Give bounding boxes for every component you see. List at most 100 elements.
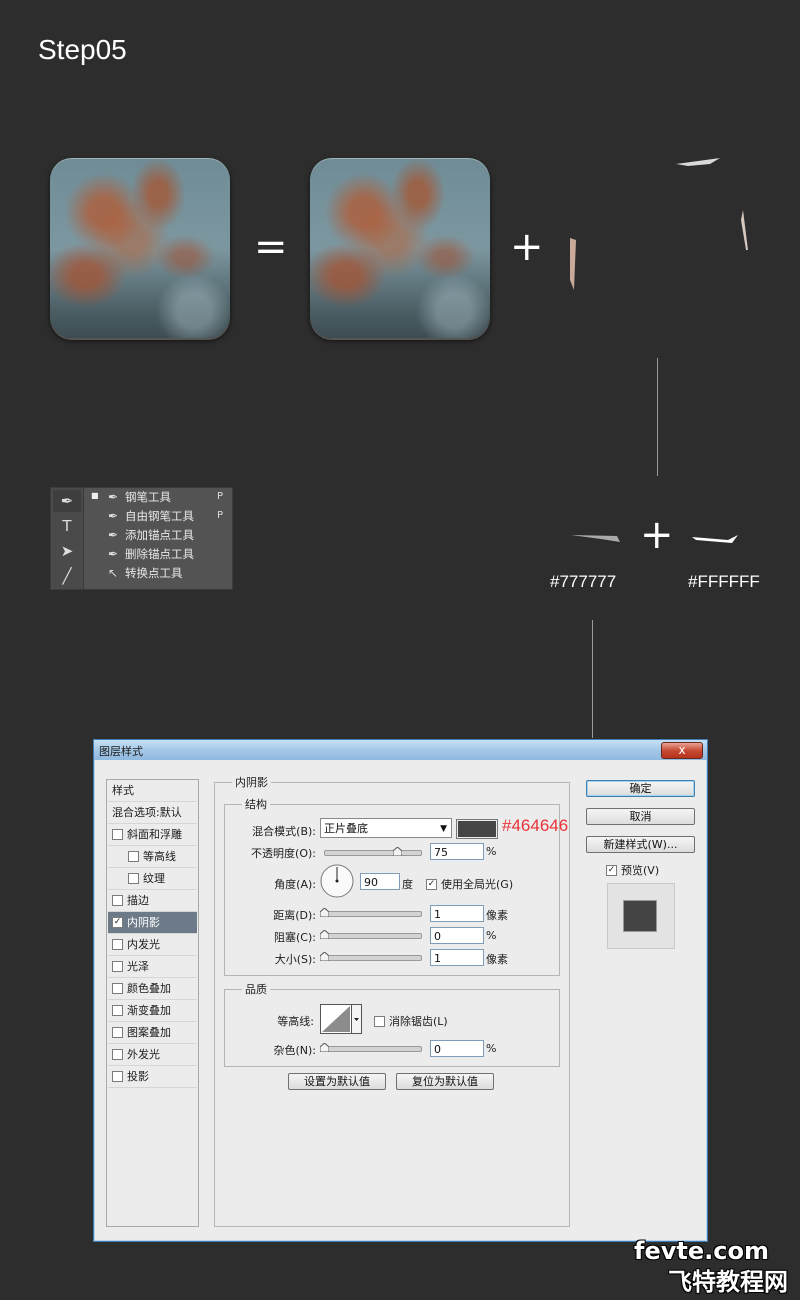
menu-item-add-anchor[interactable]: ✒ 添加锚点工具 — [103, 526, 194, 544]
ok-button[interactable]: 确定 — [586, 780, 695, 797]
path-select-icon[interactable]: ➤ — [53, 540, 81, 562]
checkbox-unchecked-icon[interactable] — [112, 828, 123, 840]
style-list-item[interactable]: ✓ 内阴影 — [108, 912, 197, 934]
checkbox-unchecked-icon[interactable] — [112, 938, 123, 950]
step-title: Step05 — [38, 34, 127, 65]
distance-slider[interactable] — [320, 908, 422, 917]
style-preview — [607, 883, 675, 949]
opacity-slider-thumb[interactable] — [392, 847, 402, 856]
choke-slider-thumb[interactable] — [320, 930, 329, 939]
plus-sign: + — [510, 224, 544, 270]
size-slider[interactable] — [320, 952, 422, 961]
rusty-icon-base — [310, 158, 490, 338]
size-slider-thumb[interactable] — [320, 952, 329, 961]
dialog-titlebar[interactable]: 图层样式 x — [94, 740, 707, 760]
preview-checkbox[interactable]: ✓ 预览(V) — [606, 862, 659, 878]
checkbox-unchecked-icon[interactable] — [128, 850, 139, 862]
blend-mode-select[interactable]: 正片叠底 ▼ — [320, 818, 452, 838]
peel-shards — [570, 158, 748, 290]
close-icon: x — [678, 743, 686, 757]
style-list-item[interactable]: 纹理 — [108, 868, 197, 890]
style-list-item[interactable]: 斜面和浮雕 — [108, 824, 197, 846]
style-list-label: 光泽 — [127, 960, 149, 973]
quality-title: 品质 — [242, 981, 270, 997]
global-light-checkbox[interactable]: ✓ 使用全局光(G) — [426, 876, 513, 892]
choke-slider[interactable] — [320, 930, 422, 939]
menu-item-freeform-pen[interactable]: ✒ 自由钢笔工具 — [103, 507, 194, 525]
pen-tool-icon[interactable]: ✒ — [53, 490, 81, 512]
noise-slider-thumb[interactable] — [320, 1043, 329, 1052]
style-list-item[interactable]: 描边 — [108, 890, 197, 912]
noise-slider[interactable] — [320, 1043, 422, 1052]
structure-title: 结构 — [242, 796, 270, 812]
distance-input[interactable]: 1 — [430, 905, 484, 922]
line-tool-icon[interactable]: ╱ — [53, 565, 81, 587]
checkbox-unchecked-icon — [374, 1015, 385, 1027]
noise-label: 杂色(N): — [273, 1044, 316, 1057]
style-list-item[interactable]: 投影 — [108, 1066, 197, 1088]
section-title: 内阴影 — [232, 774, 271, 790]
checkbox-unchecked-icon[interactable] — [112, 1004, 123, 1016]
size-input[interactable]: 1 — [430, 949, 484, 966]
checkbox-unchecked-icon[interactable] — [112, 1026, 123, 1038]
make-default-button[interactable]: 设置为默认值 — [288, 1073, 386, 1090]
style-list-item[interactable]: 光泽 — [108, 956, 197, 978]
freeform-pen-icon: ✒ — [107, 509, 119, 523]
type-tool-icon[interactable]: T — [53, 515, 81, 537]
style-list-label: 样式 — [112, 784, 134, 797]
checkbox-unchecked-icon[interactable] — [128, 872, 139, 884]
dialog-title: 图层样式 — [99, 745, 143, 758]
contour-picker[interactable] — [320, 1004, 362, 1034]
shadow-color-swatch[interactable] — [456, 819, 498, 839]
style-list-label: 斜面和浮雕 — [127, 828, 182, 841]
menu-item-pen[interactable]: ✒ 钢笔工具 — [103, 488, 171, 506]
menu-item-delete-anchor[interactable]: ✒ 删除锚点工具 — [103, 545, 194, 563]
noise-unit: % — [486, 1042, 497, 1055]
style-list-label: 混合选项:默认 — [112, 806, 182, 819]
menu-item-convert-point[interactable]: ↖ 转换点工具 — [103, 564, 183, 582]
checkbox-unchecked-icon[interactable] — [112, 1070, 123, 1082]
angle-dial[interactable] — [320, 864, 354, 898]
plus-sign-2: + — [640, 512, 674, 558]
cancel-button[interactable]: 取消 — [586, 808, 695, 825]
style-list-item[interactable]: 等高线 — [108, 846, 197, 868]
chevron-down-icon: ▼ — [440, 824, 447, 834]
style-list-item[interactable]: 内发光 — [108, 934, 197, 956]
pen-tool-flyout: ✒ T ➤ ╱ ■ ✒ 钢笔工具 P ✒ 自由钢笔工具 P ✒ 添加锚点工具 ✒ 删除锚… — [50, 487, 233, 590]
distance-label: 距离(D): — [273, 909, 316, 922]
checkbox-unchecked-icon[interactable] — [112, 1048, 123, 1060]
style-list-label: 等高线 — [143, 850, 176, 863]
pen-icon: ✒ — [107, 490, 119, 504]
checkbox-checked-icon[interactable]: ✓ — [112, 916, 123, 928]
noise-input[interactable]: 0 — [430, 1040, 484, 1057]
new-style-button[interactable]: 新建样式(W)... — [586, 836, 695, 853]
reset-default-button[interactable]: 复位为默认值 — [396, 1073, 494, 1090]
style-list-label: 纹理 — [143, 872, 165, 885]
checkbox-unchecked-icon[interactable] — [112, 960, 123, 972]
checkbox-unchecked-icon[interactable] — [112, 894, 123, 906]
style-list-item[interactable]: 颜色叠加 — [108, 978, 197, 1000]
angle-label: 角度(A): — [274, 878, 316, 891]
checkbox-unchecked-icon[interactable] — [112, 982, 123, 994]
distance-slider-thumb[interactable] — [320, 908, 329, 917]
antialias-checkbox[interactable]: 消除锯齿(L) — [374, 1013, 448, 1029]
style-list-item[interactable]: 样式 — [108, 780, 197, 802]
style-list-item[interactable]: 混合选项:默认 — [108, 802, 197, 824]
style-list-item[interactable]: 图案叠加 — [108, 1022, 197, 1044]
choke-input[interactable]: 0 — [430, 927, 484, 944]
opacity-slider[interactable] — [324, 847, 422, 856]
choke-unit: % — [486, 929, 497, 942]
delete-anchor-icon: ✒ — [107, 547, 119, 561]
connector-line — [657, 358, 658, 476]
style-list-item[interactable]: 渐变叠加 — [108, 1000, 197, 1022]
connector-line-2 — [592, 620, 593, 738]
watermark-text: 飞特教程网 — [668, 1268, 788, 1296]
close-button[interactable]: x — [661, 742, 703, 759]
active-bullet: ■ — [91, 491, 99, 500]
checkbox-checked-icon: ✓ — [606, 864, 617, 876]
contour-label: 等高线: — [277, 1015, 314, 1028]
opacity-input[interactable]: 75 — [430, 843, 484, 860]
angle-input[interactable]: 90 — [360, 873, 400, 890]
style-list-item[interactable]: 外发光 — [108, 1044, 197, 1066]
style-list-label: 图案叠加 — [127, 1026, 171, 1039]
